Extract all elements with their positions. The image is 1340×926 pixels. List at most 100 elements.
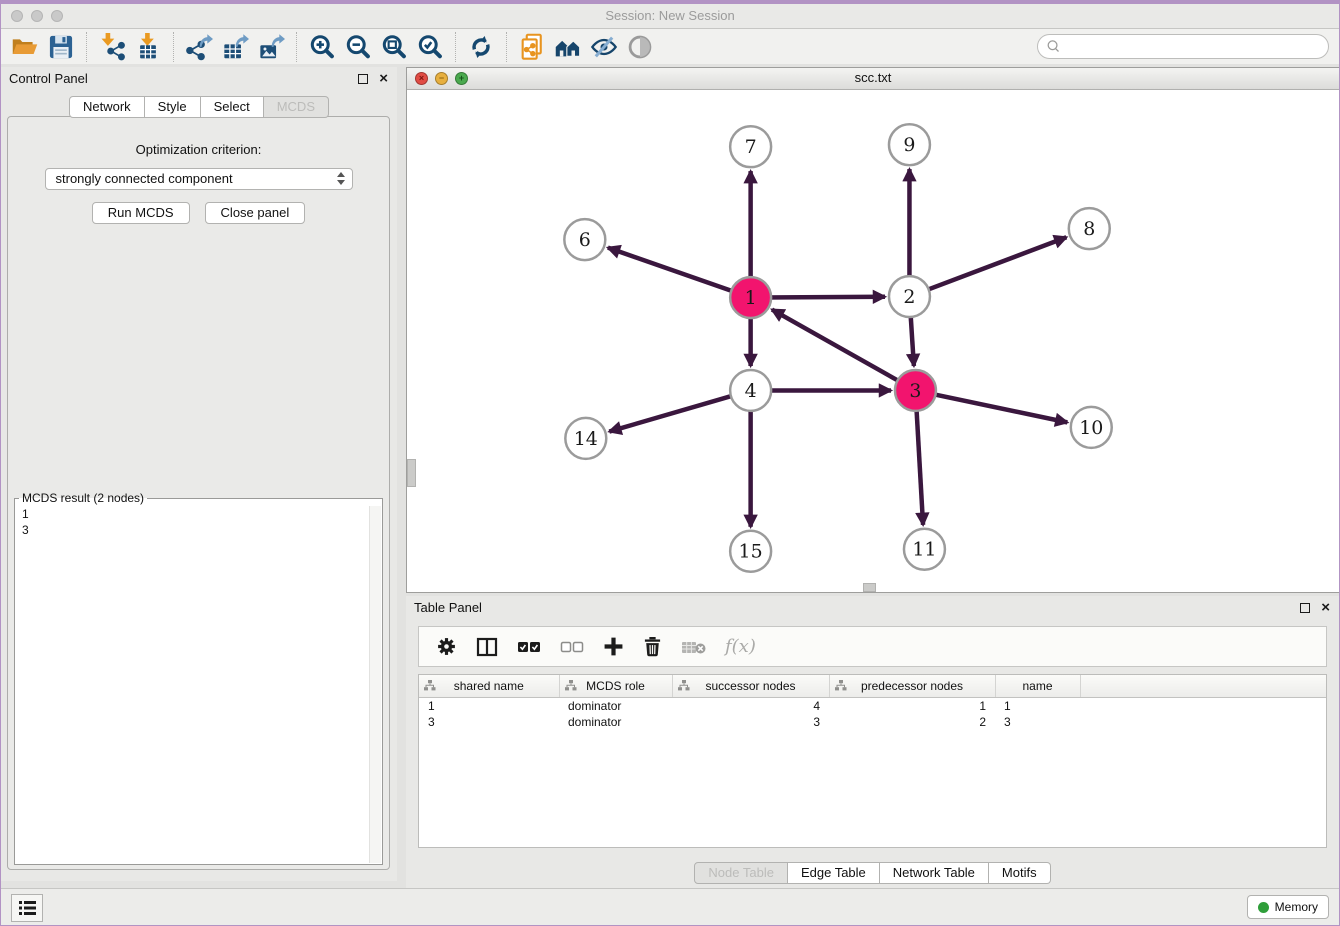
optimization-criterion-value: strongly connected component: [56, 171, 233, 186]
close-panel-button[interactable]: Close panel: [205, 202, 306, 224]
close-table-panel-icon[interactable]: ×: [1321, 602, 1330, 613]
edge-4-to-14[interactable]: [609, 390, 750, 431]
edge-2-to-8[interactable]: [909, 237, 1066, 296]
refresh-view-icon[interactable]: [466, 33, 496, 61]
export-table-icon[interactable]: [220, 33, 250, 61]
split-view-icon[interactable]: [476, 637, 498, 657]
first-neighbors-icon[interactable]: [553, 33, 583, 61]
save-session-icon[interactable]: [46, 33, 76, 61]
table-cell[interactable]: 2: [829, 714, 995, 730]
table-row[interactable]: 1dominator411: [419, 698, 1326, 715]
main-toolbar: [1, 29, 1339, 65]
graph-node-label-1: 1: [745, 287, 757, 309]
task-history-button[interactable]: [11, 894, 43, 922]
table-cell[interactable]: 3: [672, 714, 829, 730]
network-maximize-button[interactable]: +: [455, 72, 468, 85]
table-tabs: Node Table Edge Table Network Table Moti…: [406, 862, 1339, 884]
minimize-window-button[interactable]: [31, 10, 43, 22]
edge-3-to-10[interactable]: [915, 390, 1067, 422]
network-minimize-button[interactable]: −: [435, 72, 448, 85]
zoom-selected-icon[interactable]: [415, 33, 445, 61]
vertical-scroll-thumb[interactable]: [407, 459, 416, 487]
select-arrows-icon: [337, 172, 345, 185]
graph-node-label-2: 2: [903, 286, 915, 308]
import-network-icon[interactable]: [97, 33, 127, 61]
zoom-window-button[interactable]: [51, 10, 63, 22]
memory-status-icon: [1258, 902, 1269, 913]
tab-edge-table[interactable]: Edge Table: [788, 862, 880, 884]
memory-label: Memory: [1275, 900, 1318, 914]
tab-select[interactable]: Select: [201, 96, 264, 118]
close-window-button[interactable]: [11, 10, 23, 22]
run-mcds-button[interactable]: Run MCDS: [92, 202, 190, 224]
column-type-icon: [565, 680, 577, 691]
import-table-icon[interactable]: [133, 33, 163, 61]
search-input[interactable]: [1061, 38, 1320, 55]
zoom-fit-icon[interactable]: [379, 33, 409, 61]
table-cell[interactable]: 3: [419, 714, 559, 730]
mcds-result-line: 1: [22, 506, 382, 522]
mcds-result-line: 3: [22, 522, 382, 538]
table-cell[interactable]: dominator: [559, 698, 672, 715]
close-panel-icon[interactable]: ×: [379, 73, 388, 84]
select-all-icon[interactable]: [517, 640, 541, 654]
tab-network[interactable]: Network: [69, 96, 145, 118]
column-header-mcds-role[interactable]: MCDS role: [559, 675, 672, 698]
column-header-successor-nodes[interactable]: successor nodes: [672, 675, 829, 698]
optimization-criterion-label: Optimization criterion:: [8, 142, 389, 157]
graph-node-label-10: 10: [1079, 417, 1103, 439]
table-cell[interactable]: dominator: [559, 714, 672, 730]
float-table-panel-icon[interactable]: [1300, 603, 1310, 613]
horizontal-scroll-thumb[interactable]: [863, 583, 876, 592]
table-row[interactable]: 3dominator323: [419, 714, 1326, 730]
control-panel: Control Panel × Network Style Select MCD…: [1, 67, 397, 881]
hide-selected-icon[interactable]: [589, 33, 619, 61]
optimization-criterion-select[interactable]: strongly connected component: [45, 168, 353, 190]
control-panel-header: Control Panel ×: [1, 67, 397, 91]
delete-columns-icon[interactable]: [643, 636, 662, 657]
add-column-icon[interactable]: [603, 636, 624, 657]
graph-node-label-14: 14: [574, 428, 598, 450]
graph-node-label-8: 8: [1083, 218, 1095, 240]
new-network-from-selection-icon[interactable]: [517, 33, 547, 61]
graph-node-label-4: 4: [745, 380, 757, 402]
window-controls: [11, 10, 63, 22]
toolbar-separator: [455, 32, 456, 62]
result-scrollbar[interactable]: [369, 506, 381, 863]
table-options-gear-icon[interactable]: [436, 636, 457, 657]
table-cell[interactable]: 3: [995, 714, 1080, 730]
zoom-in-icon[interactable]: [307, 33, 337, 61]
search-icon: [1046, 39, 1061, 54]
tab-network-table[interactable]: Network Table: [880, 862, 989, 884]
tab-node-table[interactable]: Node Table: [694, 862, 788, 884]
column-type-icon: [678, 680, 690, 691]
table-cell[interactable]: 4: [672, 698, 829, 715]
edge-3-to-1[interactable]: [772, 310, 916, 391]
memory-button[interactable]: Memory: [1247, 895, 1329, 919]
edge-1-to-6[interactable]: [608, 248, 751, 298]
zoom-out-icon[interactable]: [343, 33, 373, 61]
tab-mcds[interactable]: MCDS: [264, 96, 329, 118]
column-header-shared-name[interactable]: shared name: [419, 675, 559, 698]
show-all-icon: [625, 33, 655, 61]
search-box[interactable]: [1037, 34, 1329, 59]
network-canvas[interactable]: 7968124314101511: [407, 89, 1339, 592]
window-titlebar: Session: New Session: [1, 4, 1339, 29]
table-panel-header: Table Panel ×: [406, 596, 1339, 620]
table-cell[interactable]: 1: [419, 698, 559, 715]
list-icon: [19, 901, 36, 915]
export-network-icon[interactable]: [184, 33, 214, 61]
table-cell[interactable]: 1: [829, 698, 995, 715]
network-close-button[interactable]: ×: [415, 72, 428, 85]
deselect-all-icon[interactable]: [560, 640, 584, 654]
tab-style[interactable]: Style: [145, 96, 201, 118]
tab-motifs[interactable]: Motifs: [989, 862, 1051, 884]
float-panel-icon[interactable]: [358, 74, 368, 84]
column-header-predecessor-nodes[interactable]: predecessor nodes: [829, 675, 995, 698]
open-session-icon[interactable]: [10, 33, 40, 61]
mcds-result-box: MCDS result (2 nodes) 1 3: [14, 491, 383, 865]
export-image-icon[interactable]: [256, 33, 286, 61]
column-header-name[interactable]: name: [995, 675, 1080, 698]
toolbar-separator: [86, 32, 87, 62]
table-cell[interactable]: 1: [995, 698, 1080, 715]
